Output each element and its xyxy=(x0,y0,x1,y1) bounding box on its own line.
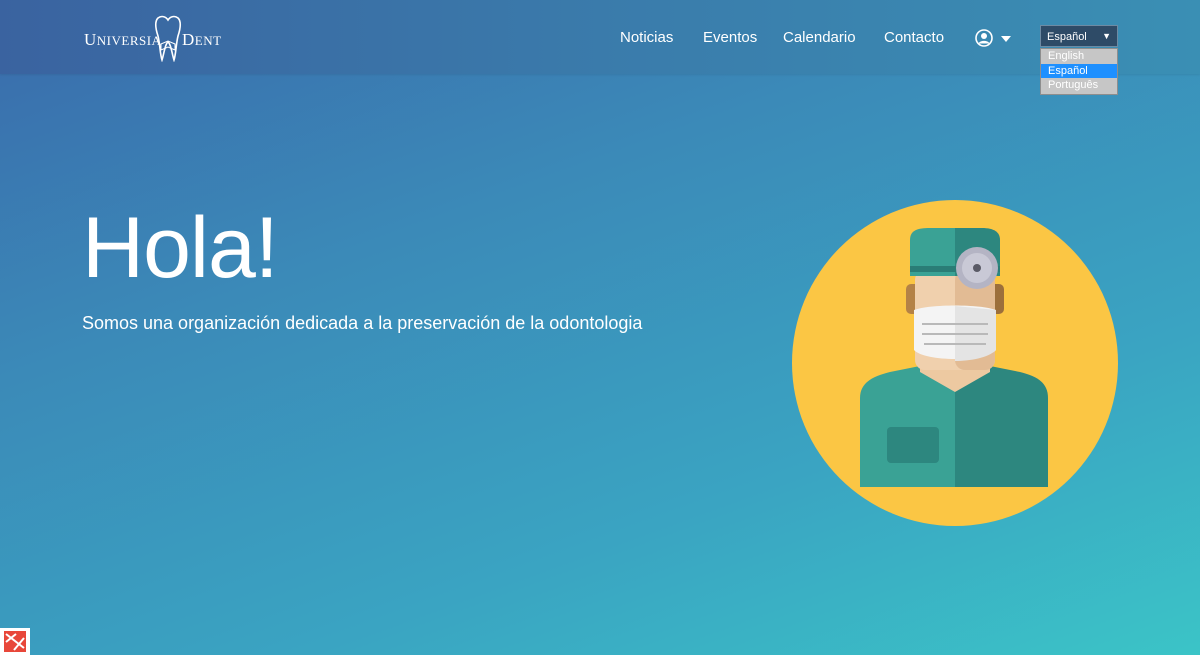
user-account-icon xyxy=(975,29,993,47)
dropdown-arrow-icon: ▼ xyxy=(1102,31,1111,41)
logo-text-universia: UNIVERSIA xyxy=(84,30,162,49)
language-option-espanol[interactable]: Español xyxy=(1041,63,1117,78)
corner-badge-icon[interactable] xyxy=(0,628,30,655)
hero-title: Hola! xyxy=(82,200,279,296)
language-select-value: Español xyxy=(1047,31,1087,43)
top-navbar: UNIVERSIA DENT Noticias Eventos Calendar… xyxy=(0,0,1200,74)
nav-noticias[interactable]: Noticias xyxy=(620,29,673,46)
language-option-english[interactable]: English xyxy=(1041,49,1117,64)
language-options-list: English Español Português xyxy=(1040,48,1118,95)
dentist-illustration xyxy=(792,200,1118,526)
nav-eventos[interactable]: Eventos xyxy=(703,29,757,46)
hero-subtitle: Somos una organización dedicada a la pre… xyxy=(82,313,643,333)
nav-calendario[interactable]: Calendario xyxy=(783,29,856,46)
language-option-portugues[interactable]: Português xyxy=(1041,78,1117,93)
nav-contacto[interactable]: Contacto xyxy=(884,29,944,46)
language-select[interactable]: Español ▼ xyxy=(1040,25,1118,47)
tooth-logo-icon xyxy=(154,15,182,62)
logo-text-dent: DENT xyxy=(182,30,222,49)
site-logo[interactable]: UNIVERSIA DENT xyxy=(82,14,232,62)
user-menu-button[interactable] xyxy=(975,28,1011,48)
chevron-down-icon xyxy=(1001,36,1011,42)
